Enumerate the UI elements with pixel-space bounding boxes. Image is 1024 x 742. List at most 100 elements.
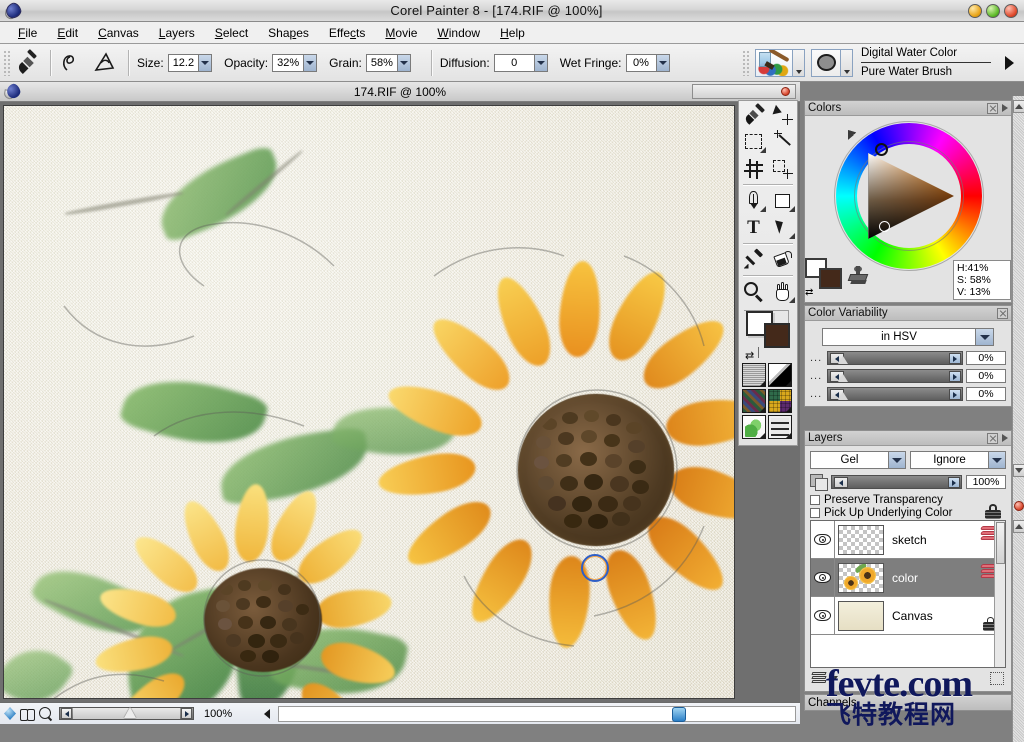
- undo-stroke-icon[interactable]: [61, 51, 87, 75]
- navigator-icon[interactable]: [4, 707, 16, 720]
- dropper-tool[interactable]: [739, 246, 768, 273]
- expand-right-icon[interactable]: [1005, 55, 1014, 70]
- lock-icon[interactable]: [985, 504, 1001, 519]
- zoom-slider[interactable]: [59, 707, 194, 720]
- maximize-button[interactable]: [986, 3, 1000, 18]
- layer-visibility-toggle[interactable]: [811, 521, 835, 558]
- color-model-select[interactable]: in HSV: [822, 328, 994, 346]
- grabber-tool[interactable]: [768, 278, 797, 305]
- additional-color-swatch[interactable]: [764, 323, 790, 348]
- collapse-left-icon[interactable]: [264, 708, 271, 719]
- rectangular-shape-tool[interactable]: [768, 187, 797, 214]
- additional-color-swatch[interactable]: [819, 268, 842, 289]
- brush-variant-dropdown-icon[interactable]: [841, 48, 853, 77]
- size-combo[interactable]: 12.2: [167, 53, 213, 72]
- layer-name[interactable]: color: [892, 571, 918, 585]
- painting-canvas[interactable]: [4, 106, 734, 698]
- minimize-button[interactable]: [968, 3, 982, 18]
- diffusion-combo[interactable]: 0: [493, 53, 548, 72]
- menu-edit[interactable]: Edit: [47, 24, 88, 42]
- blue-capsule-icon[interactable]: [672, 707, 686, 722]
- close-button[interactable]: [1004, 3, 1018, 18]
- preserve-transparency-row[interactable]: Preserve Transparency: [810, 494, 1006, 506]
- zoom-track[interactable]: [73, 707, 180, 719]
- panel-menu-icon[interactable]: [1002, 104, 1008, 112]
- toolbar-grip[interactable]: [3, 49, 12, 76]
- tool-color-swatches[interactable]: ⇄: [744, 309, 792, 363]
- looks-selector[interactable]: [768, 415, 792, 439]
- delete-layer-icon[interactable]: [990, 671, 1004, 685]
- pen-tool[interactable]: [739, 187, 768, 214]
- weave-selector[interactable]: [768, 389, 792, 413]
- crop-tool[interactable]: [739, 155, 768, 182]
- variability-slider-3-end[interactable]: [949, 389, 961, 400]
- composite-method-select[interactable]: Gel: [810, 451, 906, 469]
- layer-adjuster-tool[interactable]: [768, 101, 797, 128]
- image-portfolio-selector[interactable]: [742, 415, 766, 439]
- layer-opacity-value[interactable]: 100%: [966, 475, 1006, 489]
- wet-fringe-value[interactable]: 0%: [625, 53, 656, 72]
- size-dropdown-icon[interactable]: [198, 53, 213, 72]
- layer-row-color[interactable]: color: [811, 559, 1005, 597]
- palette-scroll-strip[interactable]: [1012, 96, 1024, 742]
- layer-list-scroll-thumb[interactable]: [996, 522, 1005, 564]
- menu-help[interactable]: Help: [490, 24, 535, 42]
- grain-value[interactable]: 58%: [365, 53, 397, 72]
- layer-name[interactable]: sketch: [892, 533, 927, 547]
- clone-color-icon[interactable]: [847, 266, 869, 286]
- layer-list[interactable]: sketch color Canvas: [810, 520, 1006, 668]
- menu-canvas[interactable]: Canvas: [88, 24, 149, 42]
- layer-row-sketch[interactable]: sketch: [811, 521, 1005, 559]
- magic-wand-tool[interactable]: [768, 128, 797, 155]
- rectangular-selection-tool[interactable]: [739, 128, 768, 155]
- layer-visibility-toggle[interactable]: [811, 559, 835, 596]
- layer-menu-icon[interactable]: [832, 672, 841, 685]
- gradient-selector[interactable]: [768, 363, 792, 387]
- diffusion-dropdown-icon[interactable]: [533, 53, 548, 72]
- binoculars-icon[interactable]: [20, 707, 35, 721]
- composite-depth-select[interactable]: Ignore: [910, 451, 1006, 469]
- variability-value-3[interactable]: 0%: [966, 387, 1006, 401]
- composite-method-dropdown-icon[interactable]: [888, 452, 905, 468]
- new-layer-icon[interactable]: [811, 671, 828, 685]
- variability-slider-2[interactable]: [827, 369, 963, 383]
- color-wheel-icon[interactable]: [824, 121, 992, 273]
- menu-file[interactable]: File: [8, 24, 47, 42]
- layer-visibility-toggle[interactable]: [811, 597, 835, 634]
- swap-colors-icon[interactable]: ⇄: [745, 349, 754, 362]
- document-close-button[interactable]: [692, 84, 796, 99]
- redo-stroke-icon[interactable]: [92, 51, 118, 75]
- swap-colors-icon[interactable]: ⇄: [805, 287, 813, 298]
- menu-select[interactable]: Select: [205, 24, 258, 42]
- brush-variant-icon[interactable]: [811, 48, 841, 77]
- hue-marker[interactable]: [875, 143, 888, 156]
- panel-close-icon[interactable]: [987, 102, 998, 114]
- color-model-dropdown-icon[interactable]: [975, 329, 993, 345]
- size-value[interactable]: 12.2: [167, 53, 199, 72]
- variability-value-2[interactable]: 0%: [966, 369, 1006, 383]
- variability-slider-1-end[interactable]: [949, 353, 961, 364]
- channels-panel-titlebar[interactable]: Channels: [804, 130, 1012, 711]
- palette-scroll-up-button[interactable]: [1013, 100, 1024, 113]
- layer-opacity-end[interactable]: [948, 477, 960, 488]
- menu-layers[interactable]: Layers: [149, 24, 205, 42]
- variability-value-1[interactable]: 0%: [966, 351, 1006, 365]
- menu-movie[interactable]: Movie: [375, 24, 427, 42]
- brush-tool[interactable]: [739, 101, 768, 128]
- layer-opacity-slider[interactable]: [831, 475, 962, 489]
- zoom-decrease-icon[interactable]: [61, 708, 72, 719]
- text-tool[interactable]: T: [739, 214, 768, 241]
- grain-dropdown-icon[interactable]: [396, 53, 411, 72]
- variability-slider-2-end[interactable]: [949, 371, 961, 382]
- brush-category-group[interactable]: [755, 48, 805, 77]
- paint-bucket-tool[interactable]: [768, 246, 797, 273]
- layer-list-scrollbar[interactable]: [994, 521, 1005, 667]
- brush-category-dropdown-icon[interactable]: [793, 48, 805, 77]
- layers-panel-titlebar[interactable]: Layers: [805, 130, 1011, 446]
- layer-row-canvas[interactable]: Canvas: [811, 597, 1005, 635]
- palette-scroll-up-button-2[interactable]: [1013, 520, 1024, 533]
- palette-scroll-down-button[interactable]: [1013, 464, 1024, 477]
- preserve-transparency-checkbox[interactable]: [810, 495, 820, 505]
- wet-fringe-combo[interactable]: 0%: [625, 53, 670, 72]
- selection-adjuster-tool[interactable]: [768, 155, 797, 182]
